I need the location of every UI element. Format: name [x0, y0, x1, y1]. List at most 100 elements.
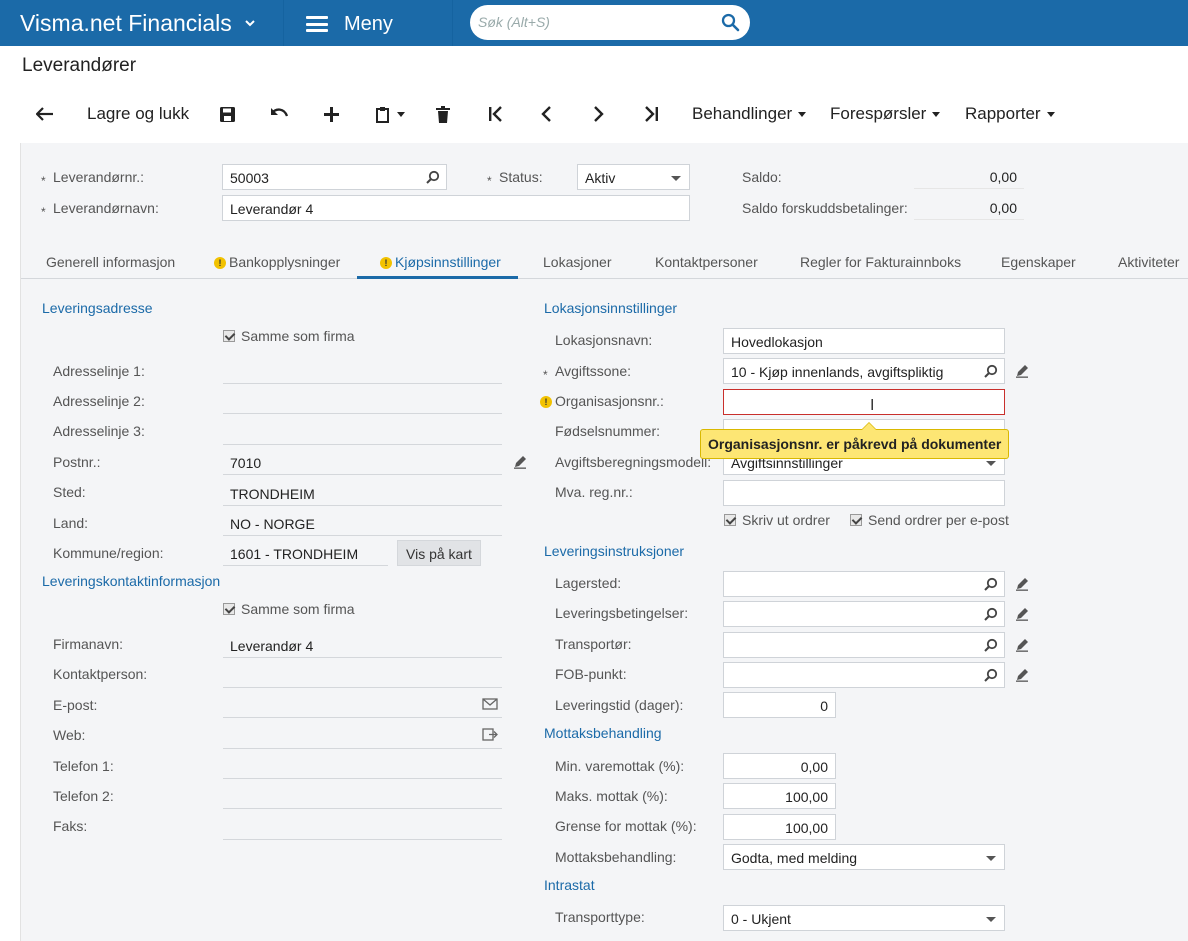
- receipt-threshold-label: Grense for mottak (%):: [555, 818, 697, 834]
- next-record-button[interactable]: [593, 92, 605, 136]
- transport-type-label: Transporttype:: [555, 909, 645, 925]
- warehouse-field[interactable]: [723, 571, 1005, 597]
- phone2-field[interactable]: [223, 783, 502, 809]
- checkbox-label: Samme som firma: [241, 328, 355, 344]
- envelope-icon[interactable]: [482, 697, 498, 713]
- email-orders-checkbox[interactable]: Send ordrer per e-post: [850, 512, 1009, 528]
- external-link-icon[interactable]: [482, 728, 498, 744]
- search-icon[interactable]: [721, 13, 740, 35]
- fob-field[interactable]: [723, 662, 1005, 688]
- search-input[interactable]: [478, 11, 708, 33]
- show-on-map-button[interactable]: Vis på kart: [397, 540, 481, 566]
- pencil-icon[interactable]: [1015, 607, 1029, 624]
- save-button[interactable]: [219, 92, 236, 136]
- org-no-field[interactable]: [723, 389, 1005, 415]
- location-name-field[interactable]: Hovedlokasjon: [723, 328, 1005, 354]
- addr2-field[interactable]: [223, 388, 502, 414]
- undo-button[interactable]: [270, 92, 289, 136]
- postal-field[interactable]: 7010: [223, 449, 502, 475]
- receipt-threshold-field[interactable]: 100,00: [723, 814, 836, 840]
- back-button[interactable]: [36, 92, 54, 136]
- delete-button[interactable]: [435, 92, 451, 136]
- transport-type-select[interactable]: 0 - Ukjent: [723, 905, 1005, 931]
- save-close-button[interactable]: Lagre og lukk: [87, 92, 189, 136]
- contact-same-as-company-checkbox[interactable]: Samme som firma: [223, 601, 355, 617]
- addr3-field[interactable]: [223, 419, 502, 445]
- balance-value: 0,00: [914, 163, 1024, 189]
- lead-time-field[interactable]: 0: [723, 692, 836, 718]
- warning-icon: !: [380, 257, 392, 270]
- contact-field[interactable]: [223, 662, 502, 688]
- county-field[interactable]: 1601 - TRONDHEIM: [223, 540, 388, 566]
- tab-locations[interactable]: Lokasjoner: [543, 254, 612, 270]
- processing-label: Behandlinger: [692, 104, 793, 123]
- processing-menu[interactable]: Behandlinger: [692, 92, 807, 136]
- tax-zone-field[interactable]: 10 - Kjøp innenlands, avgiftspliktig: [723, 358, 1005, 384]
- caret-down-icon: [986, 856, 996, 861]
- search-icon[interactable]: [984, 668, 998, 685]
- copy-paste-button[interactable]: [375, 92, 405, 136]
- previous-record-button[interactable]: [540, 92, 552, 136]
- last-record-button[interactable]: [643, 92, 659, 136]
- chevron-down-icon[interactable]: [244, 16, 256, 32]
- pencil-icon[interactable]: [1015, 668, 1029, 685]
- print-orders-checkbox[interactable]: Skriv ut ordrer: [724, 512, 830, 528]
- tab-general[interactable]: Generell informasjon: [46, 254, 175, 270]
- email-field[interactable]: [223, 692, 502, 718]
- contact-label: Kontaktperson:: [53, 666, 148, 682]
- pencil-icon[interactable]: [1015, 638, 1029, 655]
- search-box: [470, 5, 750, 40]
- tab-contacts[interactable]: Kontaktpersoner: [655, 254, 758, 270]
- vendor-id-label: Leverandørnr.:: [53, 169, 145, 185]
- checkbox-checked: [223, 603, 235, 615]
- status-select[interactable]: Aktiv: [577, 164, 690, 190]
- checkbox-label: Samme som firma: [241, 601, 355, 617]
- receipt-action-select[interactable]: Godta, med melding: [723, 844, 1005, 870]
- same-as-company-checkbox[interactable]: Samme som firma: [223, 328, 355, 344]
- search-icon[interactable]: [984, 638, 998, 655]
- tab-invoice-inbox-rules[interactable]: Regler for Fakturainnboks: [800, 254, 961, 270]
- delivery-terms-field[interactable]: [723, 601, 1005, 627]
- org-no-label: ! Organisasjonsnr.:: [540, 393, 664, 409]
- company-field[interactable]: Leverandør 4: [223, 632, 502, 658]
- fob-label: FOB-punkt:: [555, 666, 627, 682]
- required-marker: *: [543, 368, 548, 382]
- city-field[interactable]: TRONDHEIM: [223, 480, 502, 506]
- pencil-icon[interactable]: [513, 455, 527, 472]
- tab-purchase-settings[interactable]: ! Kjøpsinnstillinger: [380, 254, 501, 270]
- search-icon[interactable]: [984, 577, 998, 594]
- receipt-action-label: Mottaksbehandling:: [555, 849, 677, 865]
- delivery-contact-heading: Leveringskontaktinformasjon: [42, 573, 221, 589]
- required-marker: *: [487, 174, 492, 188]
- min-receipt-field[interactable]: 0,00: [723, 753, 836, 779]
- menu-button[interactable]: Meny: [306, 10, 393, 38]
- carrier-field[interactable]: [723, 632, 1005, 658]
- add-button[interactable]: [323, 92, 340, 136]
- search-icon[interactable]: [426, 170, 440, 187]
- vendor-name-field[interactable]: Leverandør 4: [222, 195, 690, 221]
- pencil-icon[interactable]: [1015, 577, 1029, 594]
- receipt-heading: Mottaksbehandling: [544, 725, 662, 741]
- tab-attributes[interactable]: Egenskaper: [1001, 254, 1076, 270]
- inquiries-menu[interactable]: Forespørsler: [830, 92, 941, 136]
- phone1-label: Telefon 1:: [53, 758, 114, 774]
- search-icon[interactable]: [984, 364, 998, 381]
- vat-reg-field[interactable]: [723, 480, 1005, 506]
- reports-menu[interactable]: Rapporter: [965, 92, 1055, 136]
- country-field[interactable]: NO - NORGE: [223, 510, 502, 536]
- addr1-field[interactable]: [223, 358, 502, 384]
- web-field[interactable]: [223, 723, 502, 749]
- fax-field[interactable]: [223, 814, 502, 840]
- phone1-field[interactable]: [223, 753, 502, 779]
- max-receipt-field[interactable]: 100,00: [723, 783, 836, 809]
- tab-bank[interactable]: ! Bankopplysninger: [214, 254, 340, 270]
- text-cursor-icon: I: [870, 397, 875, 414]
- pencil-icon[interactable]: [1015, 364, 1029, 381]
- transport-type-value: 0 - Ukjent: [731, 911, 791, 927]
- clipboard-icon: [376, 106, 389, 123]
- tab-activities[interactable]: Aktiviteter: [1118, 254, 1179, 270]
- vendor-id-field[interactable]: 50003: [222, 164, 447, 190]
- first-record-button[interactable]: [488, 92, 504, 136]
- app-title[interactable]: Visma.net Financials: [20, 10, 232, 37]
- search-icon[interactable]: [984, 607, 998, 624]
